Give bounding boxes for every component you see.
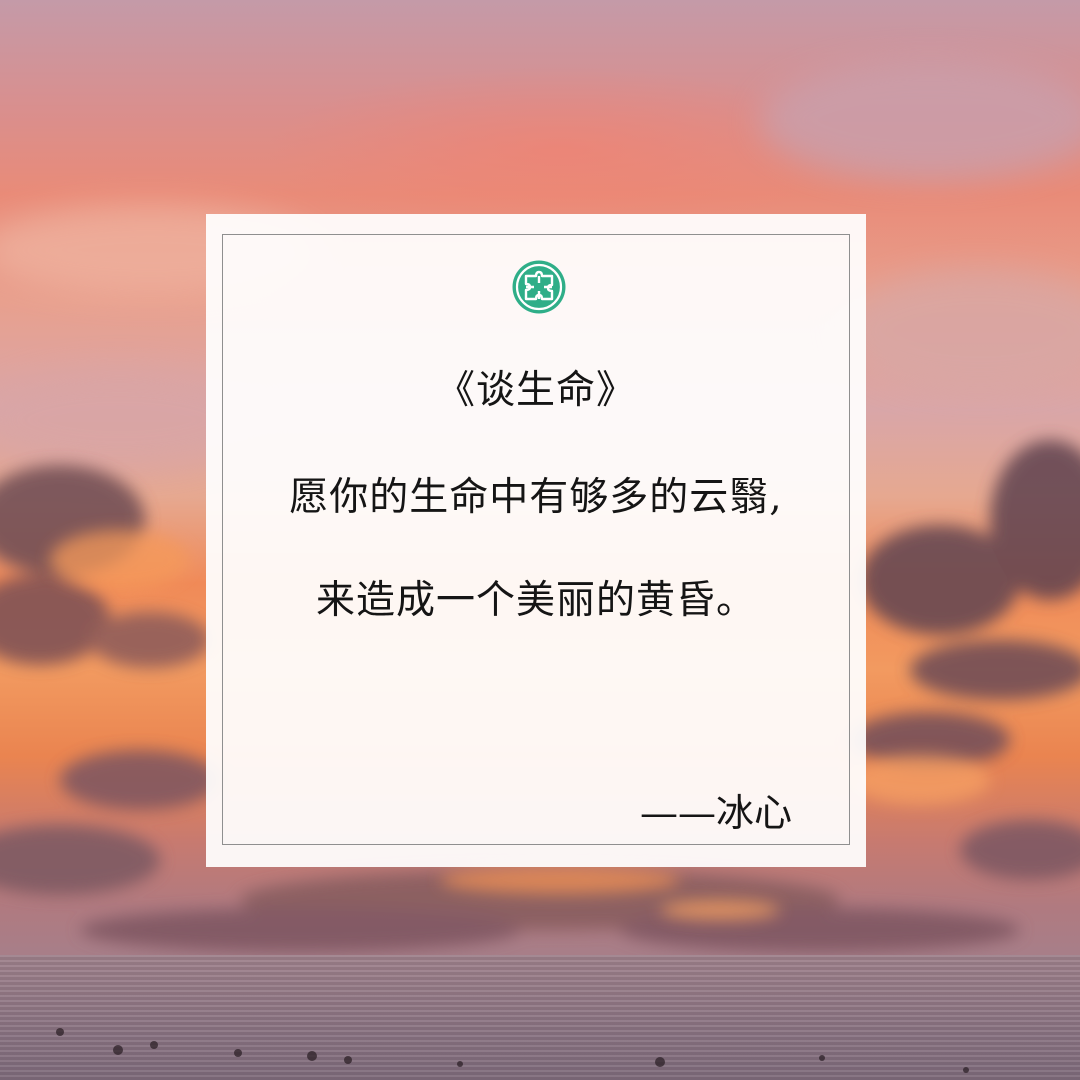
attribution: ——冰心 [639,791,792,835]
puzzle-badge-icon [512,260,566,314]
quote-line-1: 愿你的生命中有够多的云翳, [289,475,783,520]
card-frame [222,234,850,845]
quote-card: 《谈生命》 愿你的生命中有够多的云翳, 来造成一个美丽的黄昏。 ——冰心 [206,214,866,867]
poem-title: 《谈生命》 [435,368,636,413]
quote-line-2: 来造成一个美丽的黄昏。 [315,578,756,623]
